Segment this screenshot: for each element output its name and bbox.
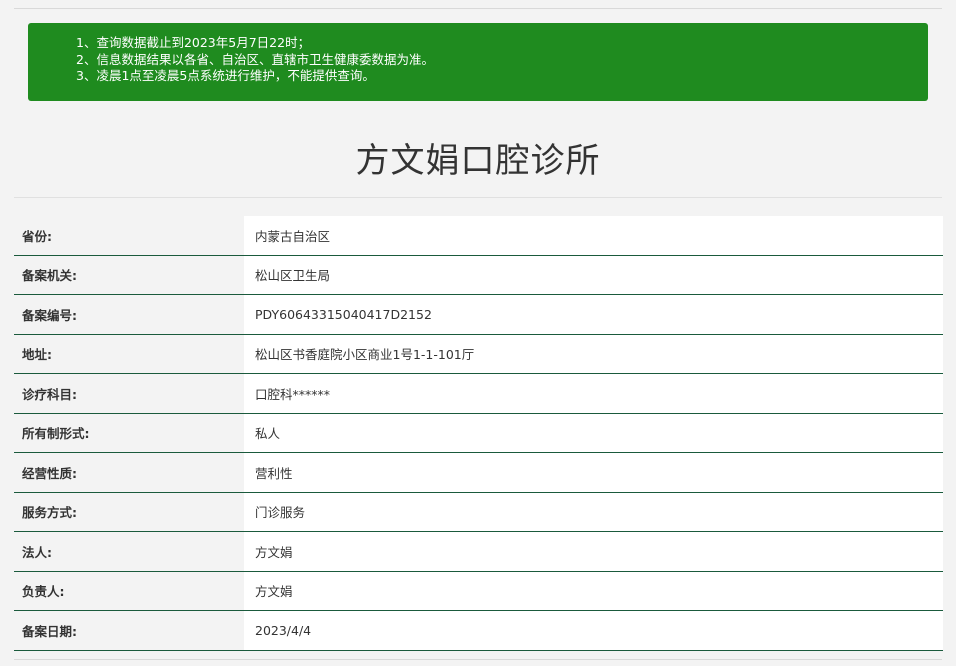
row-value: 2023/4/4: [244, 611, 943, 650]
notice-banner: 1、查询数据截止到2023年5月7日22时； 2、信息数据结果以各省、自治区、直…: [28, 23, 928, 101]
row-label: 省份:: [14, 216, 244, 255]
row-label: 地址:: [14, 334, 244, 373]
row-value: 方文娟: [244, 532, 943, 571]
table-row-person-in-charge: 负责人: 方文娟: [14, 571, 943, 611]
row-value: PDY60643315040417D2152: [244, 295, 943, 334]
notice-line-3: 3、凌晨1点至凌晨5点系统进行维护，不能提供查询。: [76, 68, 375, 83]
row-label: 服务方式:: [14, 492, 244, 531]
notice-line-2: 2、信息数据结果以各省、自治区、直辖市卫生健康委数据为准。: [76, 51, 434, 67]
row-value: 松山区卫生局: [244, 255, 943, 294]
row-label: 负责人:: [14, 571, 244, 610]
row-value: 内蒙古自治区: [244, 216, 943, 255]
row-value: 方文娟: [244, 571, 943, 610]
table-row-ownership: 所有制形式: 私人: [14, 413, 943, 453]
table-row-registration-date: 备案日期: 2023/4/4: [14, 611, 943, 651]
row-label: 备案编号:: [14, 295, 244, 334]
notice-line-1: 1、查询数据截止到2023年5月7日22时；: [76, 35, 311, 50]
row-value: 门诊服务: [244, 492, 943, 531]
row-label: 备案日期:: [14, 611, 244, 650]
top-divider: [14, 8, 942, 9]
row-value: 私人: [244, 413, 943, 452]
table-row-legal-person: 法人: 方文娟: [14, 532, 943, 572]
row-label: 所有制形式:: [14, 413, 244, 452]
title-divider: [14, 197, 942, 198]
bottom-divider: [14, 659, 942, 660]
page-title: 方文娟口腔诊所: [355, 141, 601, 181]
row-label: 诊疗科目:: [14, 374, 244, 413]
info-table: 省份: 内蒙古自治区 备案机关: 松山区卫生局 备案编号: PDY6064331…: [14, 216, 943, 651]
row-label: 备案机关:: [14, 255, 244, 294]
table-row-service-mode: 服务方式: 门诊服务: [14, 492, 943, 532]
table-row-business-nature: 经营性质: 营利性: [14, 453, 943, 493]
row-label: 法人:: [14, 532, 244, 571]
table-row-departments: 诊疗科目: 口腔科******: [14, 374, 943, 414]
table-row-registration-number: 备案编号: PDY60643315040417D2152: [14, 295, 943, 335]
table-row-province: 省份: 内蒙古自治区: [14, 216, 943, 256]
row-value: 营利性: [244, 453, 943, 492]
table-row-registration-authority: 备案机关: 松山区卫生局: [14, 255, 943, 295]
row-value: 松山区书香庭院小区商业1号1-1-101厅: [244, 334, 943, 373]
row-label: 经营性质:: [14, 453, 244, 492]
table-row-address: 地址: 松山区书香庭院小区商业1号1-1-101厅: [14, 334, 943, 374]
row-value: 口腔科******: [244, 374, 943, 413]
